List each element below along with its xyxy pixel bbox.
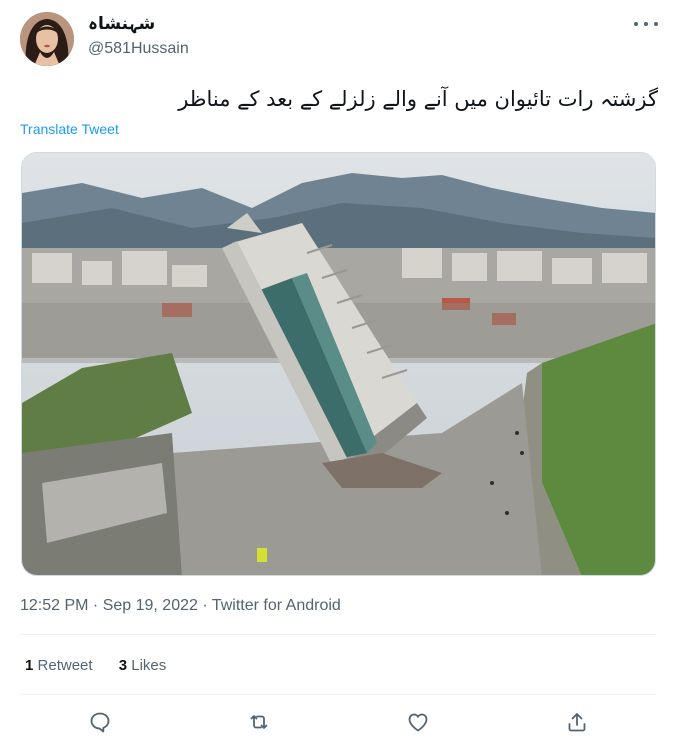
avatar[interactable] xyxy=(20,12,74,66)
tweet-source[interactable]: Twitter for Android xyxy=(212,597,341,614)
retweet-arrows-icon xyxy=(250,715,268,729)
tweet-photo[interactable] xyxy=(21,152,656,576)
avatar-image xyxy=(20,12,74,66)
meta-separator: · xyxy=(197,597,212,614)
more-dot xyxy=(654,22,658,26)
meta-separator: · xyxy=(88,597,103,614)
divider xyxy=(20,634,656,635)
tweet-time[interactable]: 12:52 PM xyxy=(20,597,88,614)
retweet-button[interactable] xyxy=(245,708,273,736)
retweets-stat[interactable]: 1 Retweet xyxy=(25,657,97,674)
likes-stat[interactable]: 3 Likes xyxy=(119,657,167,674)
reply-button[interactable] xyxy=(86,708,114,736)
tweet-text: گزشتہ رات تائیوان میں آنے والے زلزلے کے … xyxy=(178,87,658,111)
share-button[interactable] xyxy=(563,708,591,736)
action-bar xyxy=(0,706,686,740)
likes-count: 3 xyxy=(118,657,128,674)
heart-icon xyxy=(408,713,428,732)
likes-label: Likes xyxy=(131,657,167,674)
tweet-card: شہنشاہ @581Hussain گزشتہ رات تائیوان میں… xyxy=(0,0,686,740)
speech-bubble-icon xyxy=(90,712,110,733)
retweets-label: Retweet xyxy=(37,657,93,674)
retweets-count: 1 xyxy=(25,657,34,674)
display-name[interactable]: شہنشاہ xyxy=(88,13,155,34)
more-options-button[interactable] xyxy=(634,14,658,34)
more-dot xyxy=(644,22,648,26)
tweet-stats: 1 Retweet 3 Likes xyxy=(25,657,188,674)
tweet-date[interactable]: Sep 19, 2022 xyxy=(103,597,198,614)
more-horizontal-icon xyxy=(634,22,638,26)
like-button[interactable] xyxy=(404,708,432,736)
translate-tweet-link[interactable]: Translate Tweet xyxy=(20,121,119,137)
share-upload-icon xyxy=(568,713,586,732)
user-handle[interactable]: @581Hussain xyxy=(88,40,189,58)
earthquake-photo xyxy=(22,153,655,575)
tweet-meta: 12:52 PM · Sep 19, 2022 · Twitter for An… xyxy=(20,597,341,615)
divider xyxy=(20,694,656,695)
